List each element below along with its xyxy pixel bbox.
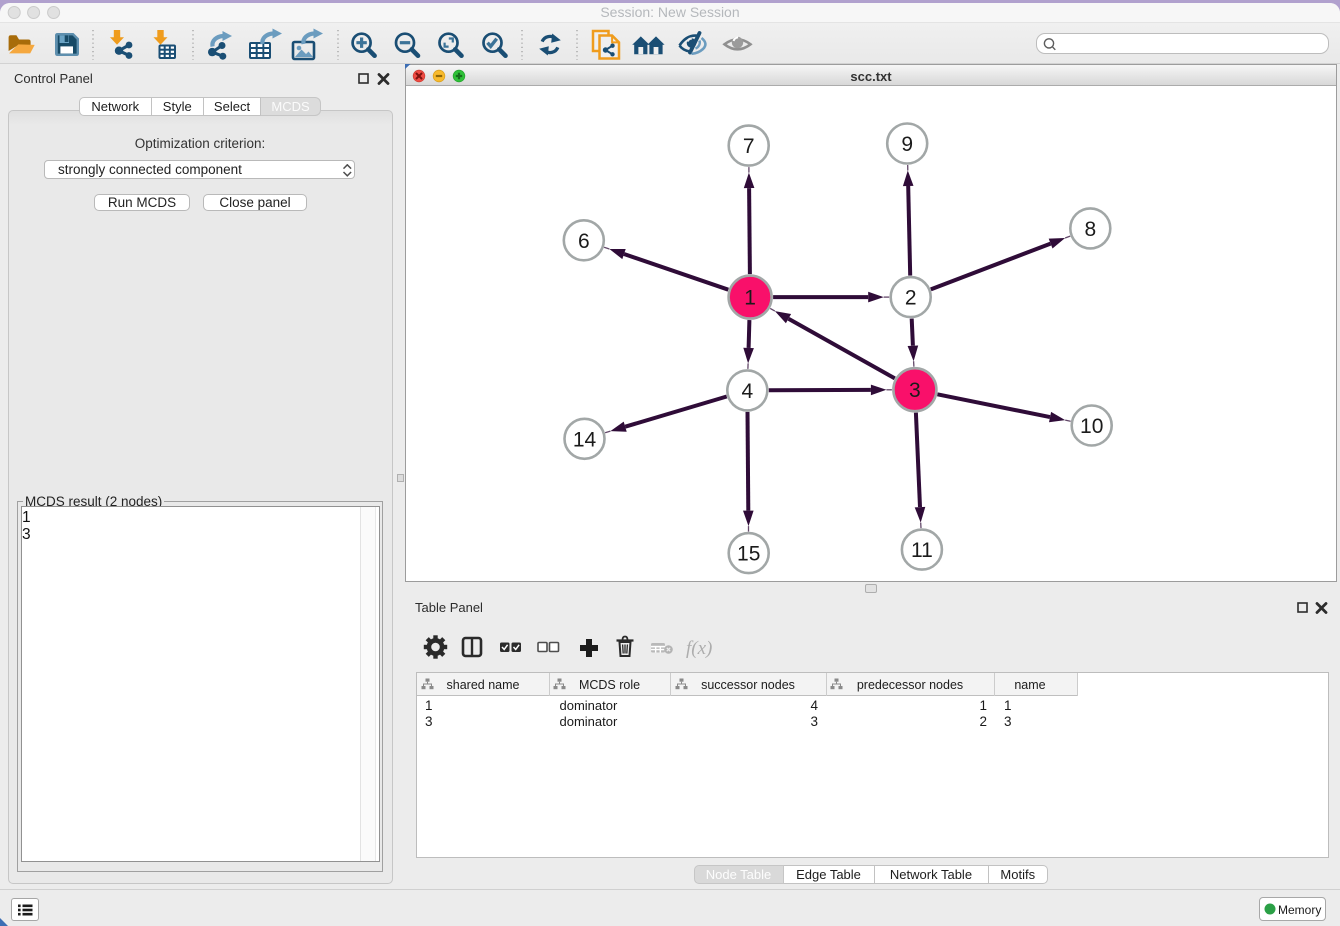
svg-text:15: 15 [737,543,760,566]
svg-text:14: 14 [573,428,597,451]
svg-text:10: 10 [1080,415,1103,438]
svg-text:8: 8 [1084,218,1096,241]
svg-text:7: 7 [743,135,755,158]
svg-text:11: 11 [911,539,933,562]
svg-text:f(x): f(x) [686,638,712,659]
svg-text:4: 4 [741,380,753,403]
svg-text:9: 9 [901,133,913,156]
svg-text:2: 2 [905,287,917,310]
svg-text:1: 1 [744,287,756,310]
svg-text:3: 3 [909,379,921,402]
svg-text:6: 6 [578,230,590,253]
